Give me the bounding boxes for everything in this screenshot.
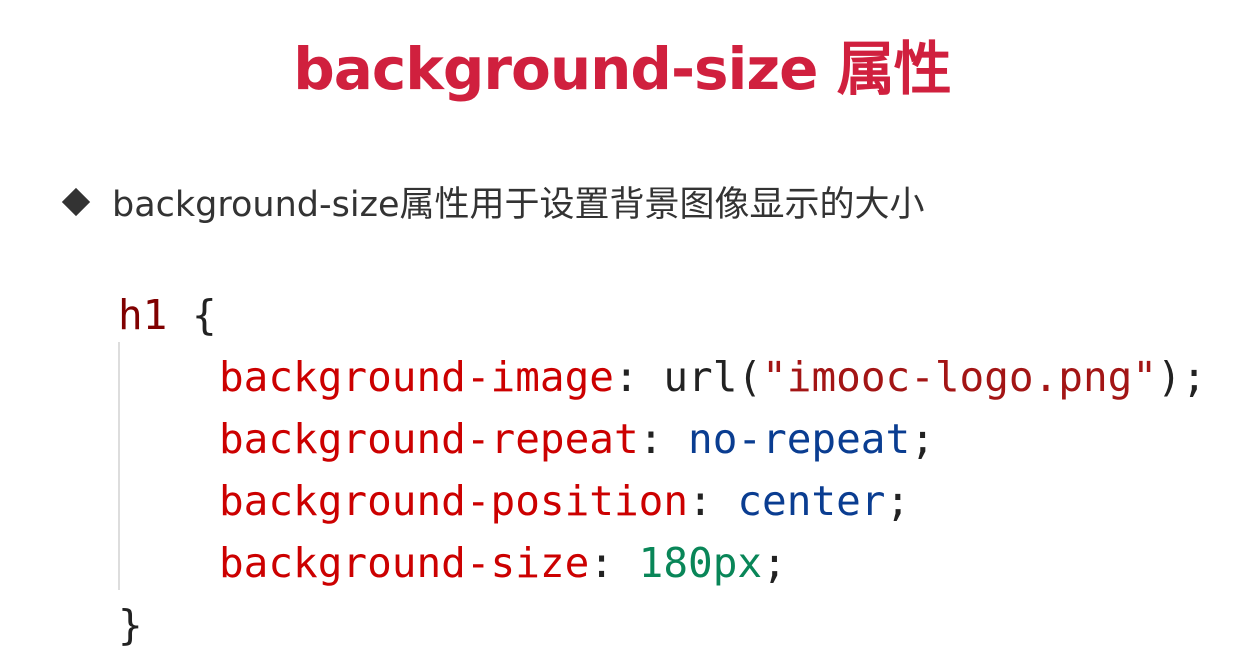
- code-block: h1 { background-image: url("imooc-logo.p…: [118, 284, 1206, 656]
- bullet-text: background-size属性用于设置背景图像显示的大小: [112, 185, 925, 225]
- css-keyword-value: center: [737, 477, 886, 525]
- css-number-value: 180px: [638, 539, 763, 587]
- css-property: background-image: [219, 353, 614, 401]
- code-line-declaration: background-size: 180px;: [219, 539, 787, 587]
- diamond-bullet-icon: [61, 187, 91, 216]
- css-property: background-size: [219, 539, 590, 587]
- open-brace: {: [167, 291, 217, 339]
- css-property: background-repeat: [219, 415, 639, 463]
- css-selector: h1: [118, 291, 168, 339]
- url-close: ): [1157, 353, 1182, 401]
- code-line-close: }: [118, 594, 1206, 656]
- css-keyword-value: no-repeat: [688, 415, 911, 463]
- slide-title: background-size 属性: [293, 35, 951, 103]
- code-line-selector: h1 {: [118, 284, 1206, 346]
- url-func: url(: [663, 353, 763, 401]
- code-line-declaration: background-repeat: no-repeat;: [219, 415, 935, 463]
- code-line-declaration: background-image: url("imooc-logo.png");: [219, 353, 1207, 401]
- bullet-point: background-size属性用于设置背景图像显示的大小: [60, 176, 925, 227]
- code-line-declaration: background-position: center;: [219, 477, 911, 525]
- close-brace: }: [118, 601, 143, 649]
- css-string-value: "imooc-logo.png": [762, 353, 1158, 401]
- css-property: background-position: [219, 477, 688, 525]
